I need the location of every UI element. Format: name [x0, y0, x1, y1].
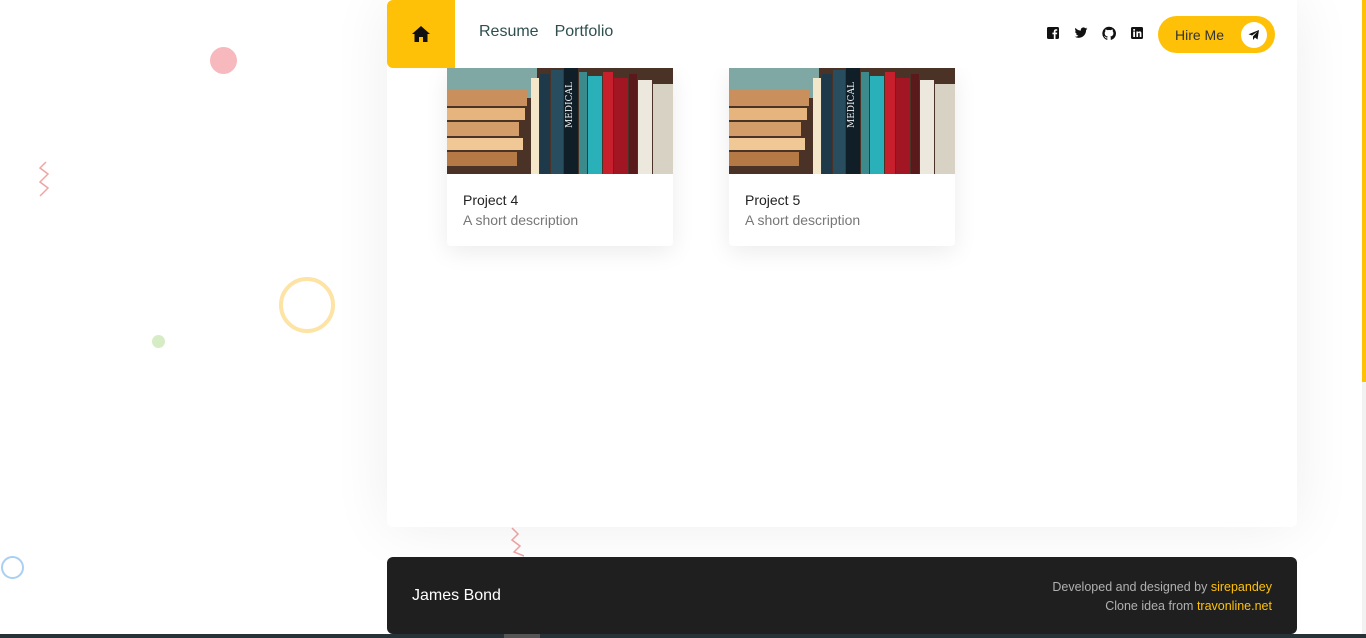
scrollbar-track[interactable]: [1362, 382, 1366, 638]
credit-prefix: Developed and designed by: [1052, 580, 1208, 594]
scrollbar-thumb[interactable]: [1362, 0, 1366, 382]
clone-source-link[interactable]: travonline.net: [1197, 599, 1272, 613]
project-title: Project 4: [463, 192, 519, 208]
decorative-zigzag: [510, 527, 525, 557]
github-icon[interactable]: [1102, 26, 1116, 40]
nav-link-portfolio[interactable]: Portfolio: [555, 23, 614, 41]
window-bottom-notch: [504, 634, 540, 638]
home-icon: [412, 26, 430, 42]
svg-text:MEDICAL: MEDICAL: [847, 82, 857, 128]
home-button[interactable]: [387, 0, 455, 68]
decorative-ring: [279, 277, 335, 333]
project-card[interactable]: MEDICAL Project 5 A short description: [729, 68, 955, 246]
main-nav: Resume Portfolio: [479, 23, 613, 41]
linkedin-icon[interactable]: [1130, 26, 1144, 40]
window-bottom-edge: [0, 634, 1366, 638]
nav-link-resume[interactable]: Resume: [479, 23, 539, 41]
project-description: A short description: [745, 212, 861, 228]
top-navbar: Resume Portfolio Hire Me: [387, 0, 1297, 68]
footer-owner-name: James Bond: [412, 587, 501, 604]
decorative-ring: [1, 556, 24, 579]
credit-author-link[interactable]: sirepandey: [1211, 580, 1272, 594]
telegram-send-icon: [1241, 22, 1267, 48]
facebook-icon[interactable]: [1046, 26, 1060, 40]
twitter-icon[interactable]: [1074, 26, 1088, 40]
project-description: A short description: [463, 212, 579, 228]
bookshelf-image: MEDICAL: [447, 68, 673, 174]
decorative-dot: [210, 47, 237, 74]
decorative-dot: [152, 335, 165, 348]
bookshelf-image: MEDICAL: [729, 68, 955, 174]
footer-credits: Developed and designed by sirepandey Clo…: [1052, 578, 1272, 616]
decorative-zigzag: [38, 161, 50, 197]
svg-text:MEDICAL: MEDICAL: [565, 82, 575, 128]
footer: James Bond Developed and designed by sir…: [387, 557, 1297, 634]
clone-prefix: Clone idea from: [1105, 599, 1194, 613]
project-title: Project 5: [745, 192, 801, 208]
social-links: [1046, 26, 1144, 40]
hire-me-label: Hire Me: [1175, 26, 1225, 43]
hire-me-button[interactable]: Hire Me: [1158, 16, 1275, 53]
project-card[interactable]: MEDICAL Project 4 A short description: [447, 68, 673, 246]
